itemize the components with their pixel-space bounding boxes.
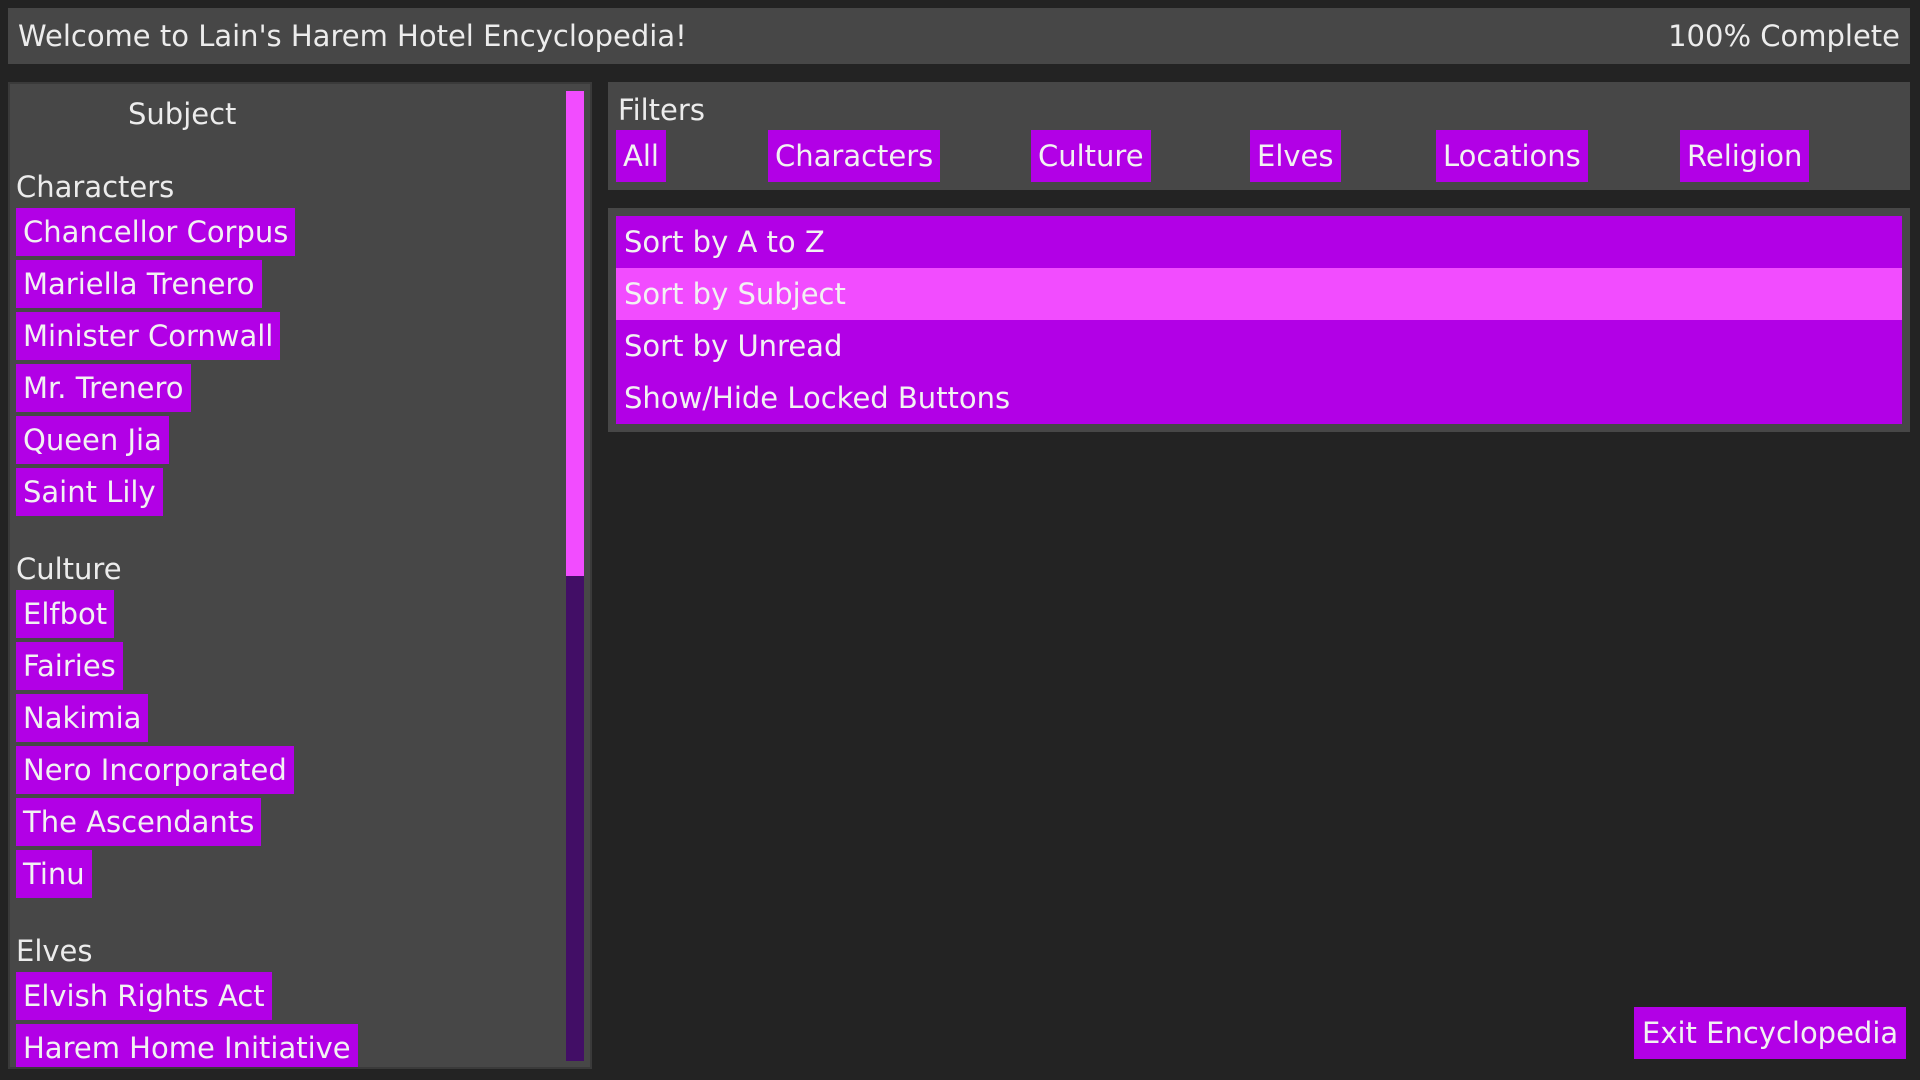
entry-button[interactable]: Mariella Trenero <box>16 260 262 308</box>
entry-button[interactable]: Saint Lily <box>16 468 163 516</box>
category-culture: Culture Elfbot Fairies Nakimia Nero Inco… <box>16 548 556 898</box>
page-title: Welcome to Lain's Harem Hotel Encycloped… <box>18 19 687 53</box>
subject-scrollbar[interactable] <box>566 91 584 1061</box>
exit-encyclopedia-button[interactable]: Exit Encyclopedia <box>1634 1007 1907 1059</box>
entry-button[interactable]: Queen Jia <box>16 416 169 464</box>
entry-button[interactable]: Elvish Rights Act <box>16 972 272 1020</box>
filters-label: Filters <box>618 93 705 127</box>
entry-button[interactable]: Elfbot <box>16 590 115 638</box>
entry-button[interactable]: Nero Incorporated <box>16 746 294 794</box>
toggle-locked-buttons-button[interactable]: Show/Hide Locked Buttons <box>616 372 1902 424</box>
filters-panel: Filters All Characters Culture Elves Loc… <box>608 82 1910 190</box>
filter-religion-button[interactable]: Religion <box>1680 130 1810 182</box>
filter-culture-button[interactable]: Culture <box>1031 130 1151 182</box>
entry-button[interactable]: Chancellor Corpus <box>16 208 296 256</box>
subject-list: Characters Chancellor Corpus Mariella Tr… <box>16 166 556 1067</box>
category-label: Culture <box>16 552 122 586</box>
sort-a-to-z-button[interactable]: Sort by A to Z <box>616 216 1902 268</box>
entry-button[interactable]: Mr. Trenero <box>16 364 191 412</box>
scrollbar-thumb[interactable] <box>566 91 584 576</box>
entry-button[interactable]: Harem Home Initiative <box>16 1024 358 1067</box>
category-elves: Elves Elvish Rights Act Harem Home Initi… <box>16 930 556 1067</box>
entry-button[interactable]: Nakimia <box>16 694 149 742</box>
sort-panel: Sort by A to Z Sort by Subject Sort by U… <box>608 208 1910 432</box>
completion-status: 100% Complete <box>1668 19 1900 53</box>
category-characters: Characters Chancellor Corpus Mariella Tr… <box>16 166 556 516</box>
subject-panel: Subject Characters Chancellor Corpus Mar… <box>8 82 592 1069</box>
subject-panel-title: Subject <box>128 97 237 131</box>
top-bar: Welcome to Lain's Harem Hotel Encycloped… <box>8 8 1910 64</box>
filter-locations-button[interactable]: Locations <box>1436 130 1588 182</box>
entry-button[interactable]: Fairies <box>16 642 123 690</box>
filter-all-button[interactable]: All <box>616 130 666 182</box>
category-label: Characters <box>16 170 175 204</box>
filter-elves-button[interactable]: Elves <box>1250 130 1341 182</box>
entry-button[interactable]: Tinu <box>16 850 92 898</box>
sort-by-unread-button[interactable]: Sort by Unread <box>616 320 1902 372</box>
filter-characters-button[interactable]: Characters <box>768 130 941 182</box>
category-label: Elves <box>16 934 93 968</box>
entry-button[interactable]: Minister Cornwall <box>16 312 281 360</box>
entry-button[interactable]: The Ascendants <box>16 798 262 846</box>
sort-by-subject-button[interactable]: Sort by Subject <box>616 268 1902 320</box>
